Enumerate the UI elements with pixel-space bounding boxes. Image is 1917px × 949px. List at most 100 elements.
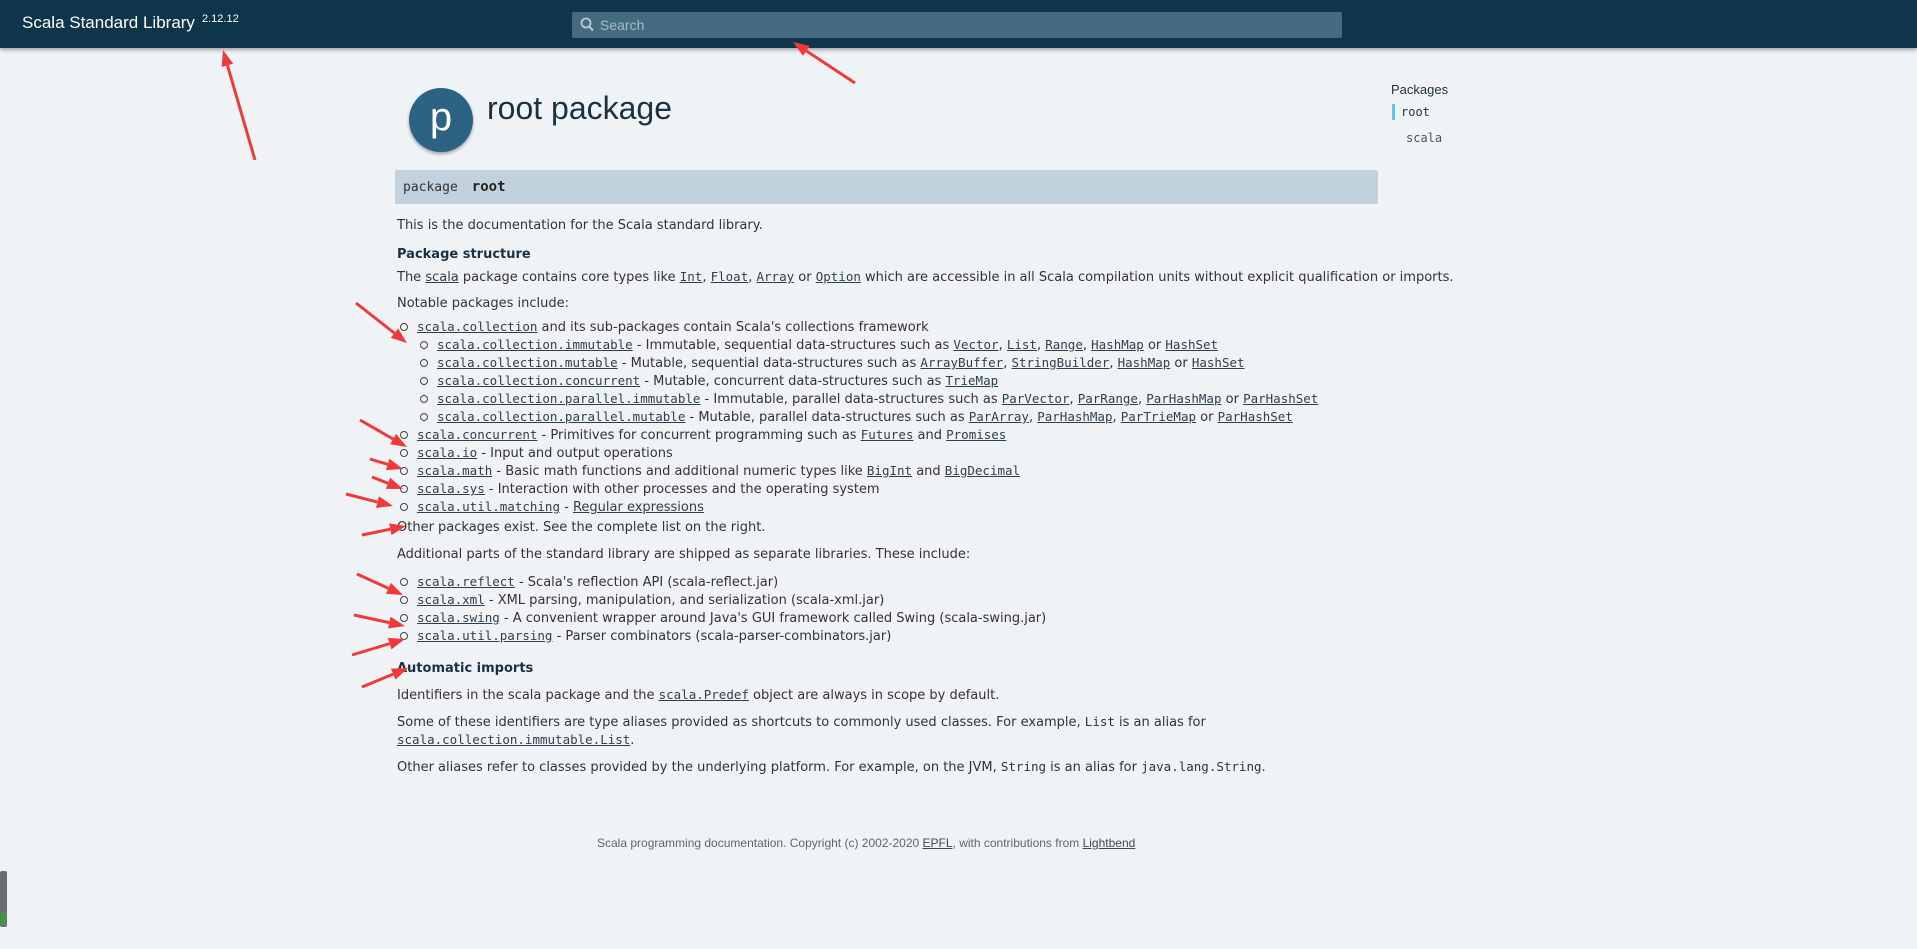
packages-item: scala.io - Input and output operations: [397, 444, 1318, 462]
type-link[interactable]: TrieMap: [945, 373, 998, 388]
imports-paragraph-3: Other aliases refer to classes provided …: [397, 759, 1266, 775]
type-link[interactable]: ArrayBuffer: [920, 355, 1003, 370]
separator: and: [913, 428, 947, 443]
type-link[interactable]: BigDecimal: [945, 463, 1020, 478]
packages-item: scala.math - Basic math functions and ad…: [397, 462, 1318, 480]
package-link[interactable]: scala.swing: [417, 610, 500, 625]
type-link[interactable]: Regular expressions: [573, 500, 704, 515]
top-bar: Scala Standard Library 2.12.12: [0, 0, 1917, 48]
package-link[interactable]: scala.io: [417, 445, 477, 460]
search-input[interactable]: [598, 12, 1330, 38]
package-link[interactable]: scala.math: [417, 463, 492, 478]
packages-item: scala.collection.concurrent - Mutable, c…: [397, 372, 1318, 390]
sidebar-item-scala[interactable]: scala: [1406, 131, 1442, 145]
imports-paragraph-2: Some of these identifiers are type alias…: [397, 714, 1206, 730]
type-link[interactable]: ParRange: [1078, 391, 1138, 406]
text-fragment: The: [397, 270, 426, 285]
separator: ,: [1082, 338, 1092, 353]
text-fragment: ,: [748, 270, 757, 285]
notable-text: Notable packages include:: [397, 296, 570, 311]
package-description: - Basic math functions and additional nu…: [492, 464, 867, 479]
type-link[interactable]: BigInt: [867, 463, 912, 478]
link-scala-predef[interactable]: scala.Predef: [659, 687, 749, 702]
type-link[interactable]: ParVector: [1002, 391, 1070, 406]
packages-item: scala.collection.mutable - Mutable, sequ…: [397, 354, 1318, 372]
inline-code: String: [1000, 759, 1047, 774]
link-immutable-list[interactable]: scala.collection.immutable.List: [397, 732, 630, 747]
footer-text: Scala programming documentation. Copyrig…: [597, 836, 923, 850]
package-link[interactable]: scala.collection.mutable: [437, 355, 618, 370]
text-fragment: is an alias for: [1046, 760, 1142, 775]
type-link[interactable]: StringBuilder: [1011, 355, 1109, 370]
package-description: - Mutable, concurrent data-structures su…: [640, 374, 946, 389]
libs-item: scala.swing - A convenient wrapper aroun…: [397, 609, 1046, 627]
search-icon: [580, 17, 594, 32]
status-indicator: [1, 913, 6, 925]
text-fragment: object are always in scope by default.: [748, 688, 1000, 703]
type-link[interactable]: ParHashMap: [1146, 391, 1221, 406]
package-link[interactable]: scala.concurrent: [417, 427, 537, 442]
package-link[interactable]: scala.reflect: [417, 574, 515, 589]
packages-item: scala.util.matching - Regular expression…: [397, 498, 1318, 516]
type-link[interactable]: Range: [1045, 337, 1083, 352]
separator: or: [1170, 356, 1192, 371]
packages-item: scala.sys - Interaction with other proce…: [397, 480, 1318, 498]
link-scala[interactable]: scala: [425, 270, 458, 285]
signature-name: root: [471, 179, 506, 195]
page-footer: Scala programming documentation. Copyrig…: [597, 836, 1135, 850]
separator: and: [912, 464, 945, 479]
link-epfl[interactable]: EPFL: [923, 836, 953, 850]
type-link[interactable]: Vector: [953, 337, 998, 352]
package-icon: p: [409, 88, 473, 152]
type-link[interactable]: HashMap: [1091, 337, 1144, 352]
search-box[interactable]: [572, 12, 1342, 38]
package-description: -: [560, 500, 573, 515]
type-link[interactable]: HashMap: [1118, 355, 1171, 370]
separator: ,: [1137, 392, 1147, 407]
package-link[interactable]: scala.collection.parallel.immutable: [437, 391, 700, 406]
link-option[interactable]: Option: [816, 269, 861, 284]
type-link[interactable]: Futures: [861, 427, 914, 442]
type-link[interactable]: HashSet: [1165, 337, 1218, 352]
libs-item: scala.reflect - Scala's reflection API (…: [397, 573, 1046, 591]
side-scroll-widget[interactable]: [0, 871, 7, 927]
type-link[interactable]: ParHashSet: [1243, 391, 1318, 406]
package-link[interactable]: scala.collection.parallel.mutable: [437, 409, 685, 424]
sidebar-title: Packages: [1391, 82, 1449, 97]
intro-text: This is the documentation for the Scala …: [397, 218, 763, 233]
type-link[interactable]: ParHashMap: [1037, 409, 1112, 424]
type-link[interactable]: ParTrieMap: [1121, 409, 1196, 424]
signature-keyword: package: [403, 180, 458, 195]
type-link[interactable]: ParHashSet: [1218, 409, 1293, 424]
text-fragment: Other aliases refer to classes provided …: [397, 760, 1001, 775]
heading-automatic-imports: Automatic imports: [397, 661, 534, 676]
text-fragment: .: [630, 733, 635, 748]
package-link[interactable]: scala.collection: [417, 319, 537, 334]
link-int[interactable]: Int: [680, 269, 703, 284]
link-float[interactable]: Float: [711, 269, 749, 284]
text-fragment: is an alias for: [1114, 715, 1206, 730]
type-link[interactable]: Promises: [946, 427, 1006, 442]
separator: ,: [1028, 410, 1038, 425]
package-link[interactable]: scala.util.parsing: [417, 628, 552, 643]
package-description: - Mutable, parallel data-structures such…: [685, 410, 969, 425]
package-link[interactable]: scala.collection.concurrent: [437, 373, 640, 388]
separate-libraries-list: scala.reflect - Scala's reflection API (…: [397, 573, 1046, 645]
package-link[interactable]: scala.sys: [417, 481, 485, 496]
type-link[interactable]: HashSet: [1192, 355, 1245, 370]
package-link[interactable]: scala.util.matching: [417, 499, 560, 514]
library-title[interactable]: Scala Standard Library: [22, 13, 195, 33]
inline-code: List: [1084, 714, 1115, 729]
sidebar-item-root[interactable]: root: [1392, 104, 1430, 120]
inline-code: java.lang.String: [1141, 759, 1262, 774]
libs-item: scala.xml - XML parsing, manipulation, a…: [397, 591, 1046, 609]
type-link[interactable]: List: [1007, 337, 1037, 352]
package-link[interactable]: scala.collection.immutable: [437, 337, 633, 352]
packages-item: scala.collection and its sub-packages co…: [397, 318, 1318, 336]
link-array[interactable]: Array: [757, 269, 795, 284]
type-link[interactable]: ParArray: [969, 409, 1029, 424]
link-lightbend[interactable]: Lightbend: [1083, 836, 1136, 850]
package-link[interactable]: scala.xml: [417, 592, 485, 607]
heading-package-structure: Package structure: [397, 247, 531, 262]
package-signature: package root: [395, 170, 1378, 204]
